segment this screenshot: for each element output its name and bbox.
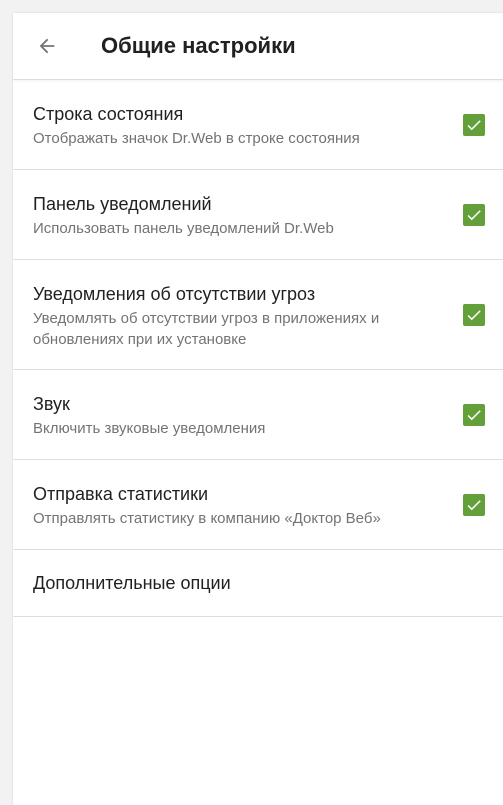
- setting-description: Включить звуковые уведомления: [33, 420, 266, 437]
- setting-label: Строка состояния: [33, 104, 184, 124]
- setting-send-statistics[interactable]: Отправка статистики Отправлять статистик…: [13, 460, 503, 550]
- setting-description: Отправлять статистику в компанию «Доктор…: [33, 510, 381, 527]
- setting-additional-options[interactable]: Дополнительные опции: [13, 550, 503, 617]
- setting-label: Панель уведомлений: [33, 194, 212, 214]
- check-icon: [467, 210, 481, 221]
- statistics-checkbox[interactable]: [463, 494, 485, 516]
- arrow-left-icon: [39, 38, 55, 54]
- status-bar-checkbox[interactable]: [463, 114, 485, 136]
- setting-texts: Дополнительные опции: [33, 572, 428, 594]
- setting-texts: Уведомления об отсутствии угроз Уведомля…: [33, 283, 428, 350]
- setting-texts: Панель уведомлений Использовать панель у…: [33, 193, 428, 239]
- settings-list: Строка состояния Отображать значок Dr.We…: [13, 80, 503, 617]
- setting-description: Уведомлять об отсутствии угроз в приложе…: [33, 310, 380, 348]
- check-icon: [467, 410, 481, 421]
- setting-texts: Звук Включить звуковые уведомления: [33, 393, 428, 439]
- setting-status-bar[interactable]: Строка состояния Отображать значок Dr.We…: [13, 80, 503, 170]
- no-threats-checkbox[interactable]: [463, 304, 485, 326]
- check-icon: [467, 120, 481, 131]
- settings-screen: Общие настройки Строка состояния Отображ…: [13, 13, 503, 805]
- check-icon: [467, 500, 481, 511]
- setting-label: Уведомления об отсутствии угроз: [33, 284, 316, 304]
- setting-description: Отображать значок Dr.Web в строке состоя…: [33, 130, 360, 147]
- page-title: Общие настройки: [101, 33, 296, 58]
- setting-sound[interactable]: Звук Включить звуковые уведомления: [13, 370, 503, 460]
- check-icon: [467, 310, 481, 321]
- setting-label: Звук: [33, 394, 70, 414]
- app-bar: Общие настройки: [13, 13, 503, 80]
- setting-label: Отправка статистики: [33, 484, 209, 504]
- setting-label: Дополнительные опции: [33, 573, 231, 593]
- notification-panel-checkbox[interactable]: [463, 204, 485, 226]
- setting-description: Использовать панель уведомлений Dr.Web: [33, 220, 334, 237]
- back-button[interactable]: [29, 28, 65, 64]
- setting-no-threats-notifications[interactable]: Уведомления об отсутствии угроз Уведомля…: [13, 260, 503, 370]
- setting-texts: Строка состояния Отображать значок Dr.We…: [33, 103, 428, 149]
- sound-checkbox[interactable]: [463, 404, 485, 426]
- setting-texts: Отправка статистики Отправлять статистик…: [33, 483, 428, 529]
- setting-notification-panel[interactable]: Панель уведомлений Использовать панель у…: [13, 170, 503, 260]
